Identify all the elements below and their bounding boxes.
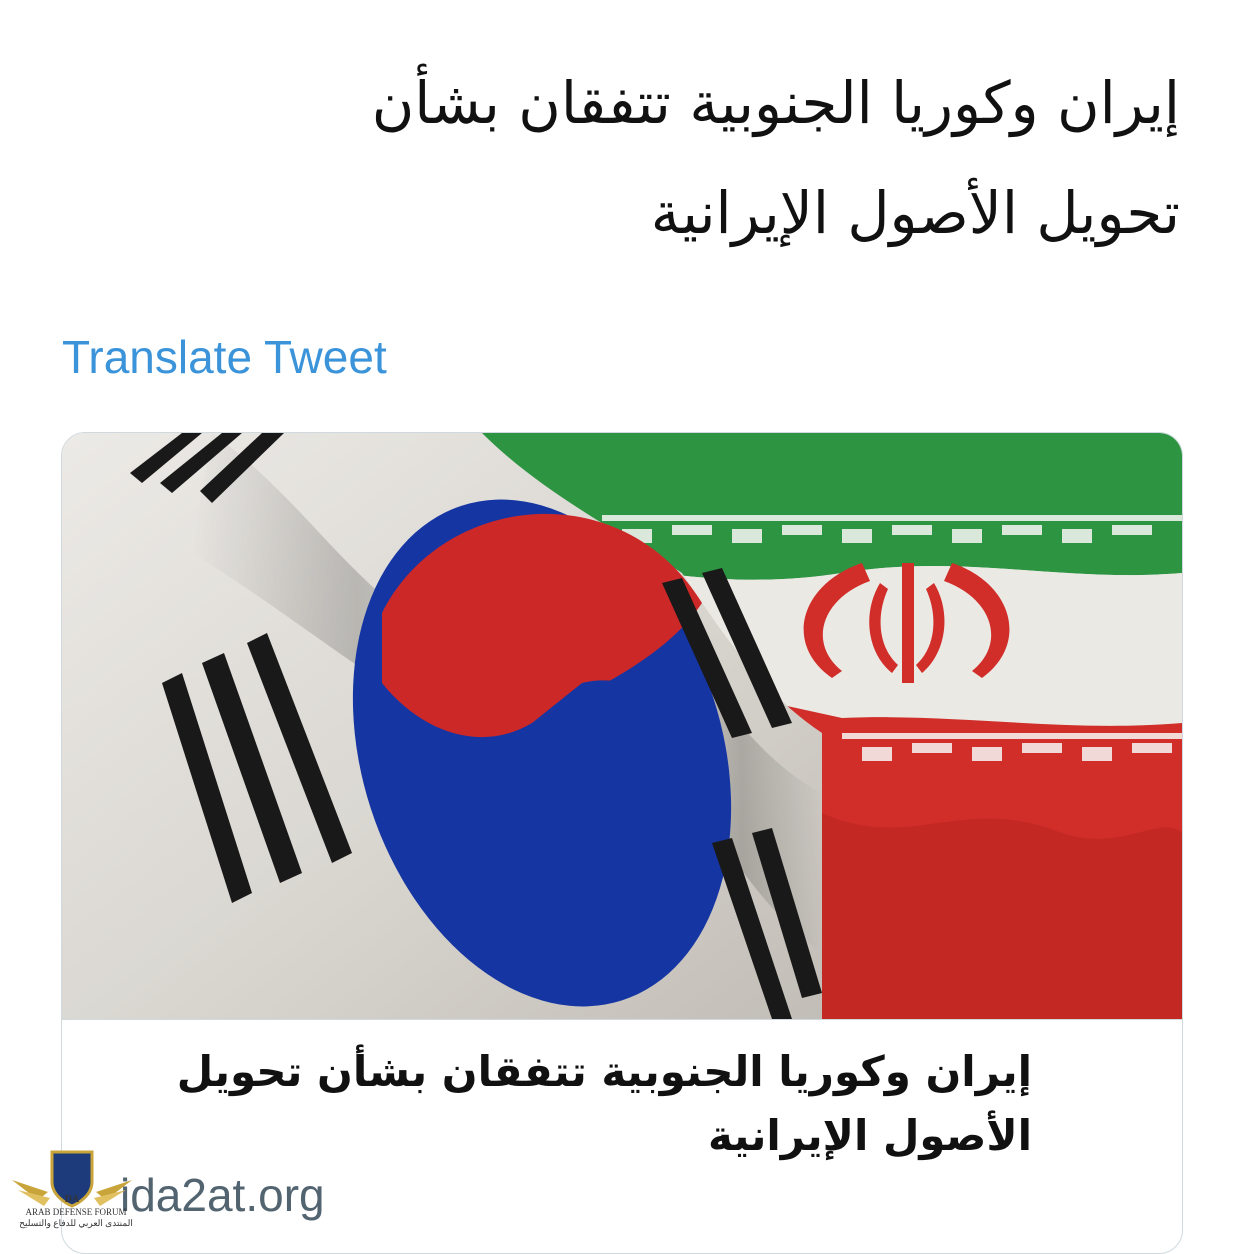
svg-text:DA: DA	[65, 1194, 80, 1205]
tweet-text: إيران وكوريا الجنوبية تتفقان بشأن تحويل …	[100, 48, 1180, 268]
card-title-line-2: الأصول الإيرانية	[707, 1111, 1032, 1160]
watermark-caption-en: ARAB DEFENSE FORUM	[25, 1207, 127, 1217]
watermark-caption-ar: المنتدى العربي للدفاع والتسليح	[19, 1218, 133, 1228]
card-image[interactable]	[62, 433, 1182, 1019]
tweet-text-line-1: إيران وكوريا الجنوبية تتفقان بشأن	[371, 69, 1180, 137]
link-preview-card[interactable]: إيران وكوريا الجنوبية تتفقان بشأن تحويل …	[61, 432, 1183, 1254]
card-title: إيران وكوريا الجنوبية تتفقان بشأن تحويل …	[92, 1040, 1032, 1168]
card-domain: ida2at.org	[120, 1169, 325, 1221]
tweet-text-line-2: تحويل الأصول الإيرانية	[650, 179, 1180, 247]
flags-image	[62, 433, 1182, 1019]
translate-tweet-link[interactable]: Translate Tweet	[62, 330, 387, 384]
card-title-line-1: إيران وكوريا الجنوبية تتفقان بشأن تحويل	[176, 1047, 1032, 1096]
card-body[interactable]: إيران وكوريا الجنوبية تتفقان بشأن تحويل …	[62, 1019, 1182, 1253]
watermark-caption: ARAB DEFENSE FORUM المنتدى العربي للدفاع…	[16, 1207, 136, 1229]
